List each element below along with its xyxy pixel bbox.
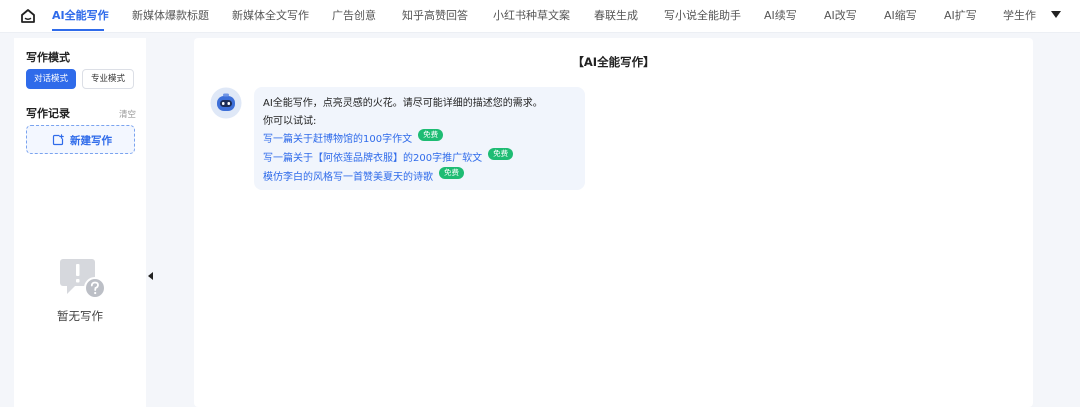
- suggestion-link[interactable]: 写一篇关于赶博物馆的100字作文: [263, 130, 412, 145]
- try-label: 你可以试试:: [263, 116, 317, 127]
- tab-novel-assistant[interactable]: 写小说全能助手: [664, 0, 741, 33]
- home-icon[interactable]: [19, 7, 37, 25]
- free-badge: 免费: [488, 147, 514, 160]
- suggestion-item[interactable]: 写一篇关于【阿依莲品牌衣服】的200字推广软文 免费: [263, 147, 514, 164]
- main-panel: 【AI全能写作】 AI全能写作，点亮灵感的火花。请尽可能详细的描述您的需求。 你…: [194, 38, 1033, 407]
- tab-ai-shorten[interactable]: AI缩写: [884, 0, 917, 33]
- pro-mode-button[interactable]: 专业模式: [82, 69, 134, 89]
- empty-state-icon: [60, 259, 106, 299]
- page-title: 【AI全能写作】: [572, 55, 655, 69]
- tab-student[interactable]: 学生作: [1003, 0, 1036, 33]
- empty-state-text: 暂无写作: [57, 309, 103, 323]
- tab-viral-titles[interactable]: 新媒体爆款标题: [132, 0, 209, 33]
- tab-zhihu-answer[interactable]: 知乎高赞回答: [402, 0, 468, 33]
- tab-ai-rewrite[interactable]: AI改写: [824, 0, 857, 33]
- writing-record-title: 写作记录: [26, 107, 70, 120]
- new-document-icon: [52, 134, 64, 146]
- tab-full-article[interactable]: 新媒体全文写作: [232, 0, 309, 33]
- tab-ai-continue[interactable]: AI续写: [764, 0, 797, 33]
- tab-xiaohongshu[interactable]: 小红书种草文案: [493, 0, 570, 33]
- suggestion-link[interactable]: 写一篇关于【阿依莲品牌衣服】的200字推广软文: [263, 149, 482, 164]
- clear-records-link[interactable]: 清空: [119, 108, 136, 120]
- writing-mode-title: 写作模式: [26, 51, 70, 64]
- assistant-message-bubble: AI全能写作，点亮灵感的火花。请尽可能详细的描述您的需求。 你可以试试: 写一篇…: [254, 87, 585, 190]
- active-tab-underline: [52, 29, 104, 31]
- free-badge: 免费: [418, 128, 444, 141]
- intro-text: AI全能写作，点亮灵感的火花。请尽可能详细的描述您的需求。: [263, 98, 543, 109]
- suggestion-item[interactable]: 写一篇关于赶博物馆的100字作文 免费: [263, 128, 444, 145]
- robot-avatar-icon: [210, 87, 242, 119]
- sidebar: 写作模式 对话模式 专业模式 写作记录 清空 新建写作 暂无写作: [14, 38, 146, 407]
- tab-couplets[interactable]: 春联生成: [594, 0, 638, 33]
- free-badge: 免费: [439, 166, 464, 179]
- tab-ai-expand[interactable]: AI扩写: [944, 0, 977, 33]
- caret-down-icon[interactable]: [1051, 11, 1061, 18]
- suggestion-item[interactable]: 模仿李白的风格写一首赞美夏天的诗歌 免费: [263, 166, 464, 183]
- new-writing-button[interactable]: 新建写作: [26, 125, 135, 154]
- new-writing-label: 新建写作: [70, 135, 112, 147]
- top-nav: AI全能写作 新媒体爆款标题 新媒体全文写作 广告创意 知乎高赞回答 小红书种草…: [0, 0, 1080, 33]
- collapse-sidebar-icon[interactable]: [148, 272, 153, 280]
- suggestion-link[interactable]: 模仿李白的风格写一首赞美夏天的诗歌: [263, 168, 433, 183]
- chat-mode-button[interactable]: 对话模式: [26, 69, 76, 89]
- tab-ad-creative[interactable]: 广告创意: [332, 0, 376, 33]
